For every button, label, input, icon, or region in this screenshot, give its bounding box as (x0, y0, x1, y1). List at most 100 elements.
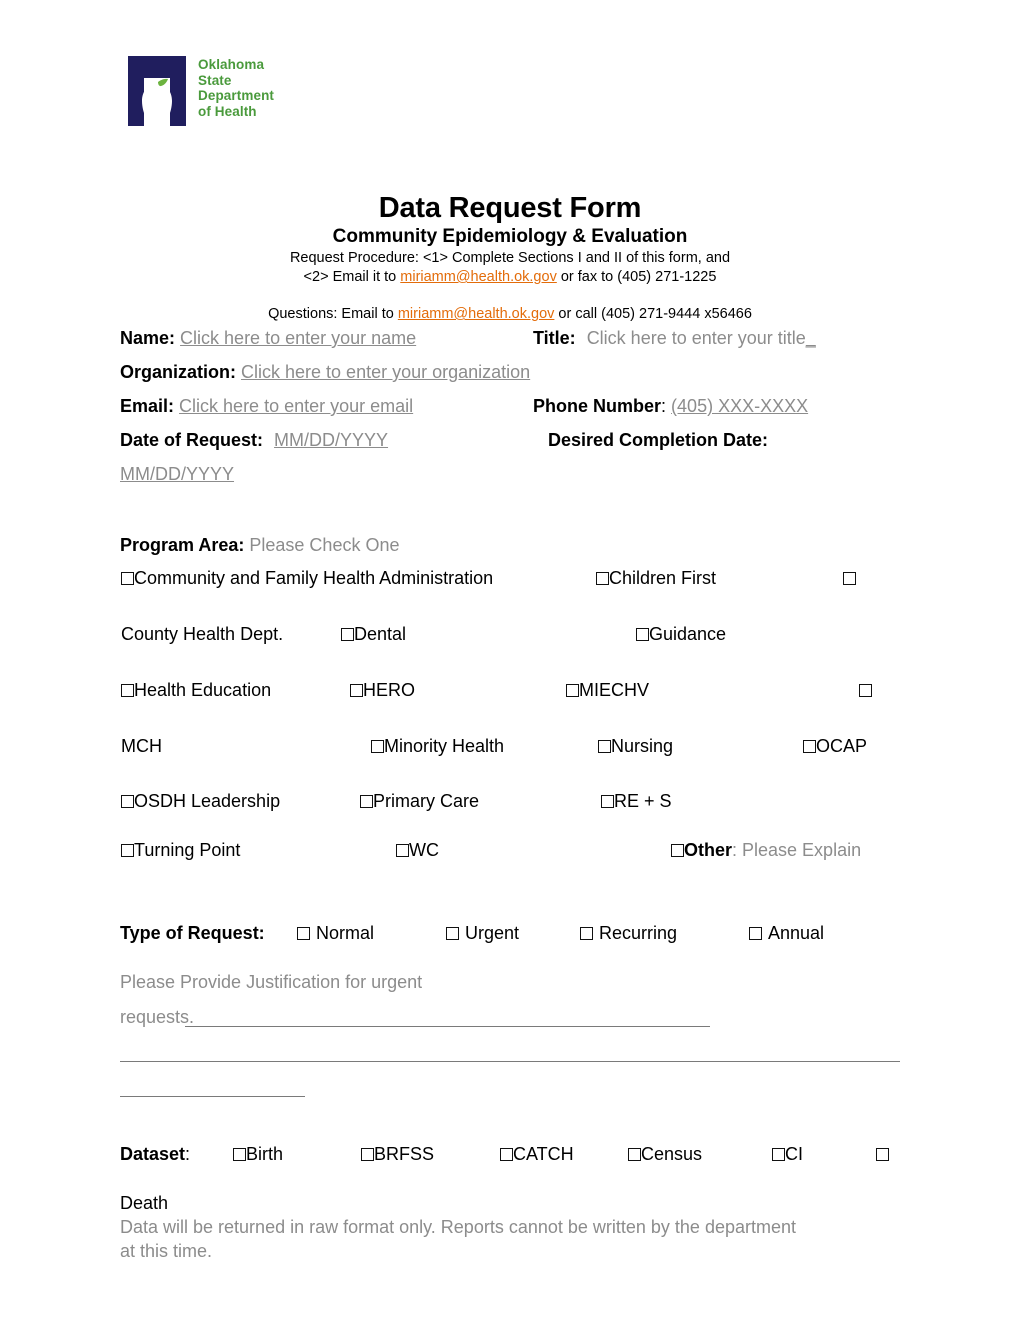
email-link-questions[interactable]: miriamm@health.ok.gov (398, 306, 555, 322)
checkbox-dataset-brfss[interactable]: BRFSS (361, 1144, 434, 1164)
logo-line-2: State (198, 72, 232, 88)
justification-text-1: Please Provide Justification for urgent (120, 972, 423, 992)
checkbox-icon[interactable] (772, 1148, 785, 1161)
checkbox-icon[interactable] (341, 628, 354, 641)
checkbox-county-health-dept[interactable] (843, 568, 856, 588)
program-area-hint: Please Check One (249, 535, 400, 555)
document-page: Oklahoma State Department of Health Data… (0, 0, 1020, 1320)
dataset-note-text-1: Data will be returned in raw format only… (120, 1217, 797, 1237)
questions-prefix: Questions: Email to (268, 306, 398, 322)
osdh-logo-icon (128, 56, 186, 126)
checkbox-icon[interactable] (843, 572, 856, 585)
checkbox-icon[interactable] (121, 684, 134, 697)
field-email-input[interactable]: Click here to enter your email (179, 396, 413, 416)
checkbox-icon[interactable] (121, 844, 134, 857)
checkbox-miechv[interactable]: MIECHV (566, 680, 649, 700)
checkbox-icon[interactable] (446, 927, 459, 940)
checkbox-label: Birth (246, 1144, 284, 1164)
checkbox-dataset-catch[interactable]: CATCH (500, 1144, 574, 1164)
checkbox-icon[interactable] (361, 1148, 374, 1161)
checkbox-label: Dental (354, 624, 407, 644)
checkbox-type-normal[interactable]: Normal (297, 923, 374, 943)
checkbox-dataset-ci[interactable]: CI (772, 1144, 803, 1164)
checkbox-label: Children First (609, 568, 717, 588)
field-name-input[interactable]: Click here to enter your name (180, 328, 416, 348)
checkbox-ocap[interactable]: OCAP (803, 736, 867, 756)
checkbox-type-urgent[interactable]: Urgent (446, 923, 519, 943)
checkbox-nursing[interactable]: Nursing (598, 736, 673, 756)
field-organization: Organization: Click here to enter your o… (120, 362, 530, 382)
checkbox-type-recurring[interactable]: Recurring (580, 923, 677, 943)
checkbox-icon[interactable] (350, 684, 363, 697)
checkbox-icon[interactable] (580, 927, 593, 940)
checkbox-label: Annual (768, 923, 825, 943)
checkbox-label: BRFSS (374, 1144, 435, 1164)
dataset-label-text: Dataset (120, 1144, 186, 1164)
checkbox-icon[interactable] (121, 572, 134, 585)
field-date-of-request-label: Date of Request: (120, 430, 264, 450)
checkbox-label: Community and Family Health Administrati… (134, 568, 494, 588)
checkbox-hero[interactable]: HERO (350, 680, 415, 700)
checkbox-type-annual[interactable]: Annual (749, 923, 824, 943)
checkbox-label: Primary Care (373, 791, 480, 811)
checkbox-icon[interactable] (500, 1148, 513, 1161)
email-link-submit[interactable]: miriamm@health.ok.gov (400, 269, 557, 285)
field-date-of-request-input[interactable]: MM/DD/YYYY (274, 430, 388, 450)
checkbox-wc[interactable]: WC (396, 840, 439, 860)
checkbox-icon[interactable] (803, 740, 816, 753)
checkbox-icon[interactable] (396, 844, 409, 857)
field-title-input[interactable]: Click here to enter your title (587, 328, 806, 348)
checkbox-label: WC (409, 840, 439, 860)
checkbox-turning-point[interactable]: Turning Point (121, 840, 240, 860)
checkbox-icon[interactable] (297, 927, 310, 940)
checkbox-icon[interactable] (566, 684, 579, 697)
field-phone-input[interactable]: (405) XXX-XXXX (671, 396, 808, 416)
checkbox-icon[interactable] (859, 684, 872, 697)
procedure-line-2: <2> Email it to miriamm@health.ok.gov or… (0, 269, 1020, 285)
checkbox-minority-health[interactable]: Minority Health (371, 736, 504, 756)
checkbox-dataset-death[interactable] (876, 1144, 889, 1164)
checkbox-icon[interactable] (360, 795, 373, 808)
checkbox-icon[interactable] (598, 740, 611, 753)
checkbox-other[interactable]: Other: Please Explain (671, 840, 861, 860)
checkbox-children-first[interactable]: Children First (596, 568, 716, 588)
checkbox-icon[interactable] (628, 1148, 641, 1161)
dataset-label: Dataset: (120, 1144, 190, 1164)
checkbox-guidance[interactable]: Guidance (636, 624, 726, 644)
justification-rule-1[interactable] (185, 1026, 710, 1027)
checkbox-icon[interactable] (636, 628, 649, 641)
field-title: Title: Click here to enter your title_ (533, 328, 816, 348)
field-phone-colon: : (661, 396, 667, 416)
checkbox-dental[interactable]: Dental (341, 624, 406, 644)
checkbox-primary-care[interactable]: Primary Care (360, 791, 479, 811)
checkbox-dataset-birth[interactable]: Birth (233, 1144, 283, 1164)
checkbox-label: Guidance (649, 624, 727, 644)
justification-rule-2[interactable] (120, 1061, 900, 1062)
checkbox-health-education[interactable]: Health Education (121, 680, 271, 700)
checkbox-mch[interactable] (859, 680, 872, 700)
checkbox-community-family-health-admin[interactable]: Community and Family Health Administrati… (121, 568, 493, 588)
procedure-prefix: <2> Email it to (303, 269, 401, 285)
checkbox-re-plus-s[interactable]: RE + S (601, 791, 672, 811)
osdh-logo: Oklahoma State Department of Health (126, 54, 274, 128)
field-organization-input[interactable]: Click here to enter your organization (241, 362, 530, 382)
field-desired-completion-input[interactable]: MM/DD/YYYY (120, 464, 234, 484)
checkbox-icon[interactable] (596, 572, 609, 585)
checkbox-icon[interactable] (876, 1148, 889, 1161)
checkbox-icon[interactable] (371, 740, 384, 753)
program-area-label: Program Area: (120, 535, 245, 555)
checkbox-icon[interactable] (233, 1148, 246, 1161)
checkbox-osdh-leadership[interactable]: OSDH Leadership (121, 791, 280, 811)
field-title-label: Title: (533, 328, 576, 348)
checkbox-dataset-census[interactable]: Census (628, 1144, 702, 1164)
checkbox-label: Other (684, 840, 733, 860)
checkbox-icon[interactable] (749, 927, 762, 940)
justification-rule-3[interactable] (120, 1096, 305, 1097)
dataset-note-text-2: at this time. (120, 1241, 213, 1261)
field-desired-completion-label: Desired Completion Date: (548, 430, 769, 450)
checkbox-icon[interactable] (121, 795, 134, 808)
checkbox-icon[interactable] (601, 795, 614, 808)
dataset-label-colon: : (185, 1144, 191, 1164)
field-phone: Phone Number: (405) XXX-XXXX (533, 396, 808, 416)
checkbox-icon[interactable] (671, 844, 684, 857)
